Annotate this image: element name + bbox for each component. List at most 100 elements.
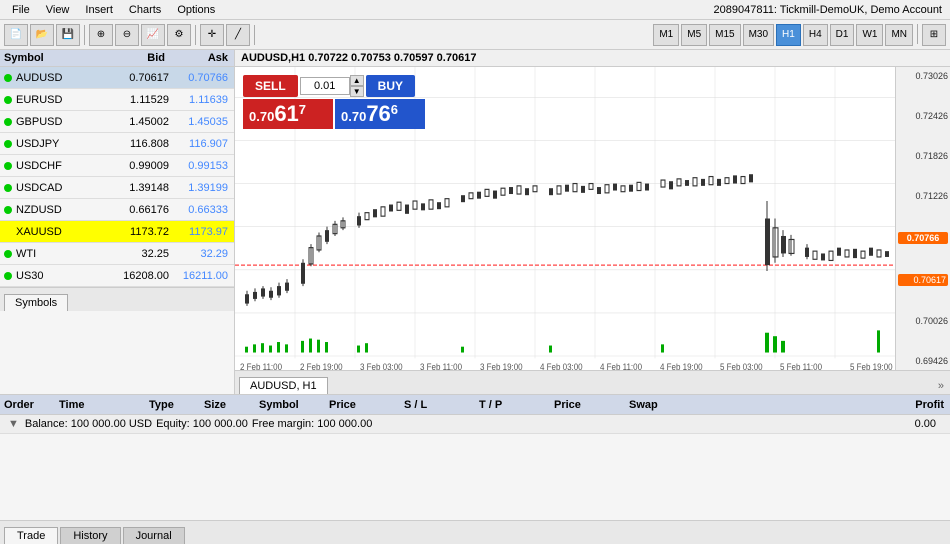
timeframe-buttons: M1 M5 M15 M30 H1 H4 D1 W1 MN ⊞ bbox=[653, 24, 946, 46]
sell-main: 61 bbox=[274, 101, 298, 126]
grid-btn[interactable]: ⊞ bbox=[922, 24, 946, 46]
buy-main: 76 bbox=[366, 101, 390, 126]
order-panel: Order Time Type Size Symbol Price S / L … bbox=[0, 394, 950, 544]
symbol-panel: Symbol Bid Ask AUDUSD 0.70617 0.70766 EU… bbox=[0, 50, 235, 394]
order-col-profit: Profit bbox=[690, 397, 950, 413]
tf-m5[interactable]: M5 bbox=[681, 24, 707, 46]
symbol-dot bbox=[4, 272, 12, 280]
tab-symbols[interactable]: Symbols bbox=[4, 294, 68, 311]
symbol-ask: 16211.00 bbox=[169, 270, 234, 282]
menu-insert[interactable]: Insert bbox=[77, 4, 121, 16]
symbol-bid: 0.66176 bbox=[94, 204, 169, 216]
lot-arrows: ▲ ▼ bbox=[350, 75, 364, 97]
symbol-row[interactable]: NZDUSD 0.66176 0.66333 bbox=[0, 199, 234, 221]
price-display: 0.70617 0.70766 bbox=[243, 99, 425, 129]
main-layout: Symbol Bid Ask AUDUSD 0.70617 0.70766 EU… bbox=[0, 50, 950, 544]
sep1 bbox=[84, 25, 85, 45]
chart-tab-audusd[interactable]: AUDUSD, H1 bbox=[239, 377, 328, 394]
chart-container[interactable]: SELL ▲ ▼ BUY 0.70617 bbox=[235, 67, 950, 370]
sell-button[interactable]: SELL bbox=[243, 75, 298, 97]
zoom-out-btn[interactable]: ⊖ bbox=[115, 24, 139, 46]
lot-down-btn[interactable]: ▼ bbox=[350, 86, 364, 97]
symbol-name: NZDUSD bbox=[16, 204, 94, 216]
lot-input[interactable] bbox=[300, 77, 350, 95]
crosshair-btn[interactable]: ✛ bbox=[200, 24, 224, 46]
order-col-symbol: Symbol bbox=[255, 397, 325, 413]
symbol-row[interactable]: AUDUSD 0.70617 0.70766 bbox=[0, 67, 234, 89]
symbol-name: AUDUSD bbox=[16, 72, 94, 84]
lot-up-btn[interactable]: ▲ bbox=[350, 75, 364, 86]
symbol-row[interactable]: GBPUSD 1.45002 1.45035 bbox=[0, 111, 234, 133]
sep2 bbox=[195, 25, 196, 45]
menu-view[interactable]: View bbox=[38, 4, 78, 16]
menu-options[interactable]: Options bbox=[169, 4, 223, 16]
account-info: 2089047811: Tickmill-DemoUK, Demo Accoun… bbox=[714, 4, 946, 16]
symbol-name: USDCAD bbox=[16, 182, 94, 194]
free-margin-text: Free margin: 100 000.00 bbox=[252, 418, 372, 430]
order-col-size: Size bbox=[200, 397, 255, 413]
current-price-label: 0.70766 bbox=[898, 232, 948, 244]
symbol-ask: 1.45035 bbox=[169, 116, 234, 128]
tf-m1[interactable]: M1 bbox=[653, 24, 679, 46]
tf-d1[interactable]: D1 bbox=[830, 24, 855, 46]
order-col-price1: Price bbox=[325, 397, 400, 413]
tf-mn[interactable]: MN bbox=[885, 24, 913, 46]
symbol-dot bbox=[4, 96, 12, 104]
tf-h4[interactable]: H4 bbox=[803, 24, 828, 46]
new-chart-btn[interactable]: 📄 bbox=[4, 24, 28, 46]
symbol-name: WTI bbox=[16, 248, 94, 260]
symbol-dot bbox=[4, 74, 12, 82]
tab-journal[interactable]: Journal bbox=[123, 527, 185, 544]
balance-row: ▼ Balance: 100 000.00 USD Equity: 100 00… bbox=[0, 415, 950, 434]
col-bid: Bid bbox=[94, 50, 169, 66]
symbol-bid: 116.808 bbox=[94, 138, 169, 150]
line-btn[interactable]: ╱ bbox=[226, 24, 250, 46]
symbol-row[interactable]: XAUUSD 1173.72 1173.97 bbox=[0, 221, 234, 243]
balance-profit-value: 0.00 bbox=[915, 418, 942, 430]
toolbar: 📄 📂 💾 ⊕ ⊖ 📈 ⚙ ✛ ╱ M1 M5 M15 M30 H1 H4 D1… bbox=[0, 20, 950, 50]
symbol-row[interactable]: USDCAD 1.39148 1.39199 bbox=[0, 177, 234, 199]
buy-button[interactable]: BUY bbox=[366, 75, 415, 97]
symbol-row[interactable]: US30 16208.00 16211.00 bbox=[0, 265, 234, 287]
tf-h1[interactable]: H1 bbox=[776, 24, 801, 46]
trade-widget: SELL ▲ ▼ BUY 0.70617 bbox=[243, 75, 425, 129]
symbol-row[interactable]: EURUSD 1.11529 1.11639 bbox=[0, 89, 234, 111]
symbol-ask: 0.66333 bbox=[169, 204, 234, 216]
symbol-row[interactable]: USDCHF 0.99009 0.99153 bbox=[0, 155, 234, 177]
svg-text:5 Feb 19:00: 5 Feb 19:00 bbox=[850, 361, 893, 370]
tf-w1[interactable]: W1 bbox=[856, 24, 883, 46]
chart-more-btn[interactable]: » bbox=[932, 378, 950, 394]
order-col-swap: Swap bbox=[625, 397, 690, 413]
template-btn[interactable]: ⚙ bbox=[167, 24, 191, 46]
symbol-header: Symbol Bid Ask bbox=[0, 50, 234, 67]
symbol-bid: 1.39148 bbox=[94, 182, 169, 194]
tf-m30[interactable]: M30 bbox=[743, 24, 774, 46]
symbol-name: GBPUSD bbox=[16, 116, 94, 128]
symbol-row[interactable]: WTI 32.25 32.29 bbox=[0, 243, 234, 265]
menu-file[interactable]: File bbox=[4, 4, 38, 16]
order-body: ▼ Balance: 100 000.00 USD Equity: 100 00… bbox=[0, 415, 950, 520]
price-level-2: 0.72426 bbox=[898, 111, 948, 121]
menu-bar: File View Insert Charts Options 20890478… bbox=[0, 0, 950, 20]
price-level-1: 0.73026 bbox=[898, 71, 948, 81]
svg-text:4 Feb 03:00: 4 Feb 03:00 bbox=[540, 361, 583, 370]
tf-m15[interactable]: M15 bbox=[709, 24, 740, 46]
tab-history[interactable]: History bbox=[60, 527, 120, 544]
order-col-order: Order bbox=[0, 397, 55, 413]
symbol-row[interactable]: USDJPY 116.808 116.907 bbox=[0, 133, 234, 155]
symbol-ask: 1173.97 bbox=[169, 226, 234, 238]
order-col-tp: T / P bbox=[475, 397, 550, 413]
symbol-bid: 1173.72 bbox=[94, 226, 169, 238]
svg-text:2 Feb 19:00: 2 Feb 19:00 bbox=[300, 361, 343, 370]
menu-charts[interactable]: Charts bbox=[121, 4, 169, 16]
symbol-ask: 0.99153 bbox=[169, 160, 234, 172]
tab-trade[interactable]: Trade bbox=[4, 527, 58, 544]
zoom-in-btn[interactable]: ⊕ bbox=[89, 24, 113, 46]
symbol-bid: 16208.00 bbox=[94, 270, 169, 282]
save-btn[interactable]: 💾 bbox=[56, 24, 80, 46]
indicators-btn[interactable]: 📈 bbox=[141, 24, 165, 46]
symbol-dot bbox=[4, 250, 12, 258]
open-btn[interactable]: 📂 bbox=[30, 24, 54, 46]
symbol-name: USDCHF bbox=[16, 160, 94, 172]
symbol-bid: 1.11529 bbox=[94, 94, 169, 106]
